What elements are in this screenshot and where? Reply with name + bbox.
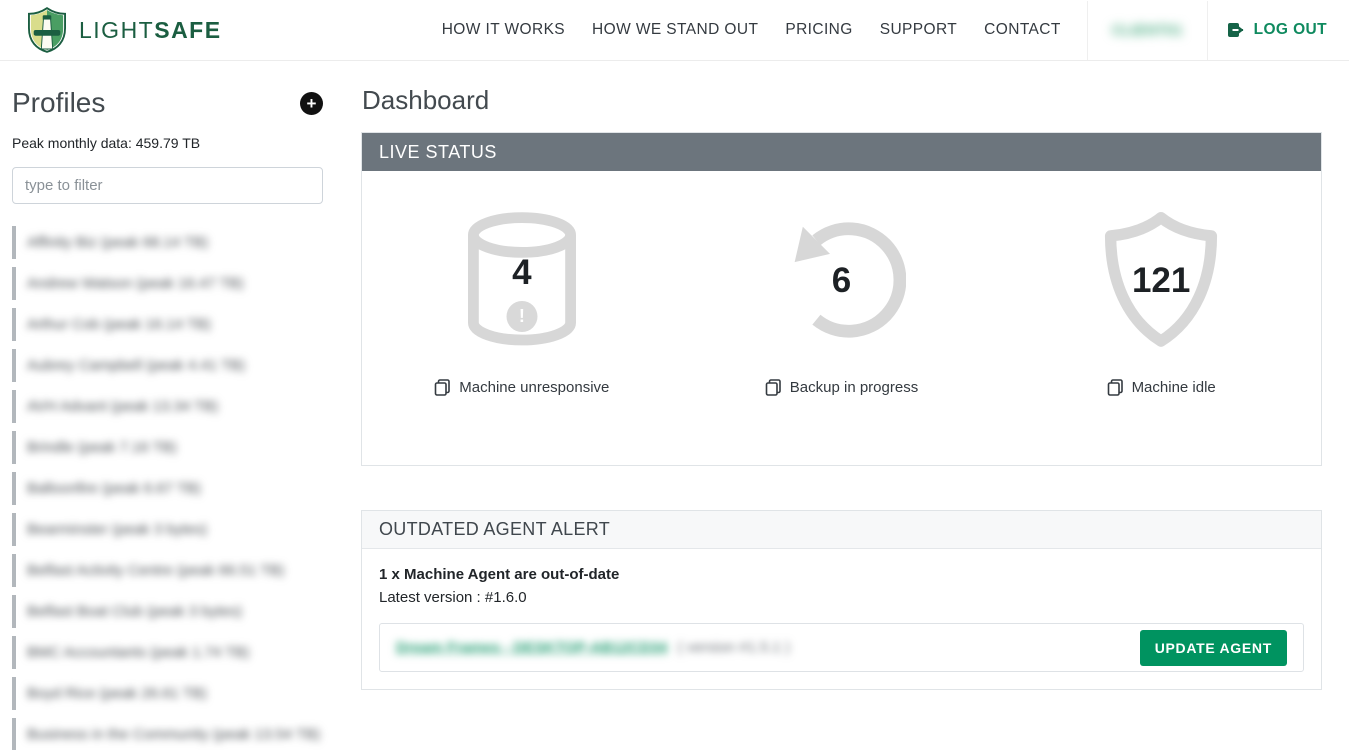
profile-name-redacted: Arthur Cob (peak 16.14 TB) <box>27 316 211 333</box>
profile-name-redacted: Affinity Biz (peak 68.14 TB) <box>27 234 208 251</box>
live-status-panel: LIVE STATUS 4 ! <box>361 132 1322 466</box>
profile-list-item[interactable]: Business in the Community (peak 13.54 TB… <box>12 714 349 750</box>
nav-support[interactable]: SUPPORT <box>880 21 957 39</box>
profile-list-item[interactable]: AVH Advant (peak 13.34 TB) <box>12 386 349 427</box>
backup-count: 6 <box>762 261 922 301</box>
profile-accent-bar <box>12 390 16 423</box>
profile-list-item[interactable]: Bearminster (peak 3 bytes) <box>12 509 349 550</box>
profile-name-redacted: AVH Advant (peak 13.34 TB) <box>27 398 218 415</box>
profiles-sidebar: Profiles + Peak monthly data: 459.79 TB … <box>0 61 349 750</box>
top-navbar: LIGHTSAFE HOW IT WORKS HOW WE STAND OUT … <box>0 0 1349 61</box>
copy-icon[interactable] <box>434 379 451 396</box>
profile-accent-bar <box>12 267 16 300</box>
profile-name-redacted: Belfast Activity Centre (peak 66.51 TB) <box>27 562 284 579</box>
profile-name-redacted: Bearminster (peak 3 bytes) <box>27 521 207 538</box>
profile-filter-input[interactable] <box>12 167 323 204</box>
logo-link[interactable]: LIGHTSAFE <box>28 7 222 53</box>
nav-how-we-stand-out[interactable]: HOW WE STAND OUT <box>592 21 758 39</box>
lightsafe-app: LIGHTSAFE HOW IT WORKS HOW WE STAND OUT … <box>0 0 1349 750</box>
profile-list-item[interactable]: Brindle (peak 7.16 TB) <box>12 427 349 468</box>
profile-name-redacted: Aubrey Campbell (peak 4.41 TB) <box>27 357 245 374</box>
live-status-header: LIVE STATUS <box>362 133 1321 171</box>
logout-button[interactable]: LOG OUT <box>1228 21 1327 39</box>
agent-machine-link-redacted[interactable]: Dream Frames - DESKTOP-AB12CD34 <box>396 639 668 656</box>
idle-count: 121 <box>1081 261 1241 301</box>
dashboard-main: Dashboard LIVE STATUS 4 <box>349 61 1349 750</box>
outdated-agent-header: OUTDATED AGENT ALERT <box>362 511 1321 549</box>
profile-name-redacted: Boyd Rice (peak 26.61 TB) <box>27 685 207 702</box>
profile-accent-bar <box>12 472 16 505</box>
update-agent-button[interactable]: UPDATE AGENT <box>1140 630 1287 666</box>
profile-list-item[interactable]: Arthur Cob (peak 16.14 TB) <box>12 304 349 345</box>
page-title: Dashboard <box>362 85 1322 116</box>
profile-name-redacted: Belfast Boat Club (peak 3 bytes) <box>27 603 242 620</box>
profile-accent-bar <box>12 226 16 259</box>
account-name-redacted: CLIENT01 <box>1112 22 1183 39</box>
profile-name-redacted: Balloonfire (peak 6.67 TB) <box>27 480 201 497</box>
nav-pricing[interactable]: PRICING <box>785 21 852 39</box>
latest-version-label: Latest version : #1.6.0 <box>379 589 1304 606</box>
status-backup-in-progress: 6 Backup in progress <box>682 205 1002 465</box>
status-machine-idle: 121 Machine idle <box>1001 205 1321 465</box>
profile-list-item[interactable]: BMC Accountants (peak 1.74 TB) <box>12 632 349 673</box>
profile-list-item[interactable]: Andrew Watson (peak 16.47 TB) <box>12 263 349 304</box>
profile-accent-bar <box>12 513 16 546</box>
logout-icon <box>1228 22 1247 38</box>
account-name-chip[interactable]: CLIENT01 <box>1087 1 1208 60</box>
status-machine-unresponsive: 4 ! Machine unresponsive <box>362 205 682 465</box>
warning-badge-icon: ! <box>506 301 537 332</box>
logout-label: LOG OUT <box>1254 21 1327 39</box>
profile-accent-bar <box>12 677 16 710</box>
profile-list: Affinity Biz (peak 68.14 TB) Andrew Wats… <box>12 222 349 750</box>
profile-accent-bar <box>12 554 16 587</box>
logo-wordmark: LIGHTSAFE <box>79 17 222 44</box>
profile-accent-bar <box>12 718 16 750</box>
profile-accent-bar <box>12 636 16 669</box>
nav-contact[interactable]: CONTACT <box>984 21 1061 39</box>
profile-list-item[interactable]: Affinity Biz (peak 68.14 TB) <box>12 222 349 263</box>
outdated-summary: 1 x Machine Agent are out-of-date <box>379 566 1304 583</box>
outdated-agent-row: Dream Frames - DESKTOP-AB12CD34 ( versio… <box>379 623 1304 672</box>
profile-accent-bar <box>12 349 16 382</box>
profile-accent-bar <box>12 431 16 464</box>
add-profile-button[interactable]: + <box>300 92 323 115</box>
profile-accent-bar <box>12 308 16 341</box>
status-label: Machine unresponsive <box>459 379 609 396</box>
profile-list-item[interactable]: Aubrey Campbell (peak 4.41 TB) <box>12 345 349 386</box>
profile-list-item[interactable]: Belfast Boat Club (peak 3 bytes) <box>12 591 349 632</box>
profile-name-redacted: Andrew Watson (peak 16.47 TB) <box>27 275 244 292</box>
profiles-title: Profiles <box>12 87 105 119</box>
status-label: Backup in progress <box>790 379 918 396</box>
nav-how-it-works[interactable]: HOW IT WORKS <box>442 21 565 39</box>
lighthouse-shield-logo-icon <box>28 7 66 53</box>
copy-icon[interactable] <box>765 379 782 396</box>
outdated-agent-panel: OUTDATED AGENT ALERT 1 x Machine Agent a… <box>361 510 1322 690</box>
profile-accent-bar <box>12 595 16 628</box>
unresponsive-count: 4 <box>442 253 602 293</box>
profile-name-redacted: Brindle (peak 7.16 TB) <box>27 439 177 456</box>
profile-list-item[interactable]: Boyd Rice (peak 26.61 TB) <box>12 673 349 714</box>
copy-icon[interactable] <box>1107 379 1124 396</box>
status-label: Machine idle <box>1132 379 1216 396</box>
main-nav: HOW IT WORKS HOW WE STAND OUT PRICING SU… <box>442 21 1061 39</box>
profile-name-redacted: BMC Accountants (peak 1.74 TB) <box>27 644 249 661</box>
peak-monthly-data-label: Peak monthly data: 459.79 TB <box>12 135 349 151</box>
profile-list-item[interactable]: Belfast Activity Centre (peak 66.51 TB) <box>12 550 349 591</box>
profile-list-item[interactable]: Balloonfire (peak 6.67 TB) <box>12 468 349 509</box>
profile-name-redacted: Business in the Community (peak 13.54 TB… <box>27 726 320 743</box>
agent-version-redacted: ( version #1.5.1 ) <box>678 639 791 656</box>
